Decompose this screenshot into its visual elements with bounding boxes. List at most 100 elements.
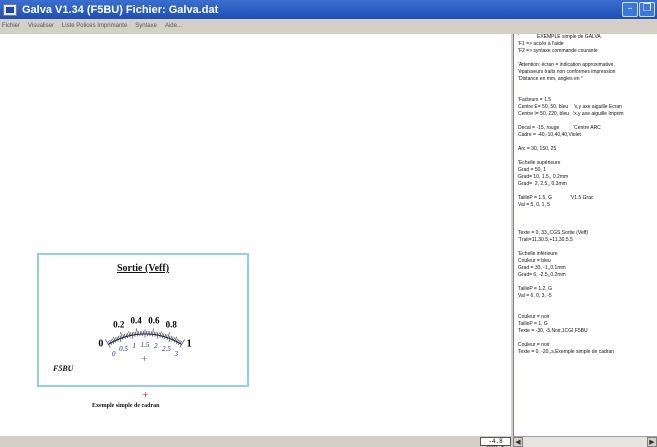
script-line: ' EXEMPLE simple de GALVA (518, 34, 601, 40)
script-line: 'Distance en mm, angles en ° (518, 76, 583, 82)
lower-tick-mark (179, 344, 182, 348)
lower-scale-label: 0.5 (119, 345, 128, 353)
upper-scale-label: 0.6 (148, 315, 160, 325)
dial-title: Sortie (Veff) (116, 263, 170, 274)
signature-text: F5BU (53, 364, 74, 373)
upper-scale-label: 0.2 (113, 319, 125, 329)
script-line: Cadre = -40,-10,40,40,Violet (518, 132, 581, 138)
script-line: Arc = 30, 150, 25 (518, 146, 557, 152)
lower-tick-mark (112, 341, 115, 344)
horizontal-scrollbar[interactable]: ◀ ▶ (513, 436, 657, 447)
lower-tick-mark (168, 338, 171, 343)
upper-tick-mark (107, 340, 111, 344)
script-line (514, 55, 657, 62)
script-line: Grad = 50, 1 (518, 167, 546, 173)
needle-axis-mark: + (141, 354, 148, 363)
script-line (514, 335, 657, 342)
script-line: Grad = 30, -1,,0.1mm (518, 265, 566, 271)
upper-tick-mark (116, 336, 119, 340)
upper-scale-label: 0.4 (130, 315, 142, 325)
drawing-canvas[interactable]: 0 0.2 0.4 0.6 0.8 1 0 0.5 1 1.5 2 2.5 3 Sortie (Veff… (0, 34, 511, 436)
upper-tick-mark (170, 336, 172, 340)
script-line: 'Echelle supérieure (518, 160, 561, 166)
upper-tick-mark (173, 337, 175, 341)
script-line (514, 188, 657, 195)
restore-button[interactable]: ❐ (639, 2, 655, 17)
coordinates-readout: -4.8 328.1 (480, 437, 511, 447)
script-line (514, 307, 657, 314)
script-line: Couleur = noir (518, 342, 550, 348)
lower-tick-mark (122, 337, 124, 340)
menu-visualiser[interactable]: Visualiser (28, 23, 54, 29)
script-line: Texte = 0, 33,,CGS,Sortie (Veff) (518, 230, 589, 236)
minimize-button[interactable]: – (622, 2, 638, 17)
galva-window: Galva V1.34 (F5BU) Fichier: Galva.dat – … (0, 0, 657, 447)
dial-frame: 0 0.2 0.4 0.6 0.8 1 0 0.5 1 1.5 2 2.5 3 Sortie (Veff… (37, 253, 249, 387)
upper-tick-mark (168, 335, 171, 339)
script-line: Texte = 0, -20,,s,Exemple simple de cadr… (518, 349, 615, 355)
script-line: Texte = -30, -5,Noir,1CGI,F5BU (518, 328, 588, 334)
script-line: 'Attention: écran = indication approxima… (518, 62, 615, 68)
script-line (514, 209, 657, 216)
menu-syntaxe[interactable]: Syntaxe (135, 23, 157, 29)
script-line: 'Trait=11,30.5,+11,30.5,5 (518, 237, 573, 243)
script-line (514, 223, 657, 230)
lower-scale-label: 2.5 (162, 345, 171, 353)
script-line (514, 279, 657, 286)
script-line: Couleur = bleu (518, 258, 551, 264)
lower-scale-label: 3 (174, 350, 179, 358)
upper-tick-mark (152, 328, 154, 335)
script-line: 'épaisseurs traits non conformes impress… (518, 69, 616, 75)
lower-tick-mark (119, 338, 122, 343)
lower-scale-label: 2 (154, 342, 158, 350)
upper-scale-label: 0 (98, 339, 103, 350)
upper-tick-mark (110, 339, 113, 343)
dial-caption: Exemple simple de cadran (92, 403, 160, 409)
lower-scale-label: 1.5 (141, 341, 150, 349)
script-line (514, 83, 657, 90)
upper-tick-mark (118, 336, 120, 340)
upper-tick-mark (175, 338, 178, 342)
upper-tick-mark (105, 339, 109, 345)
upper-tick-mark (178, 340, 181, 344)
script-line: Val = 6, 0, 3, -5 (518, 293, 552, 299)
lower-tick-mark (108, 344, 111, 348)
scroll-left-icon[interactable]: ◀ (513, 437, 523, 447)
script-line: TailleP = 1.2, G (518, 286, 552, 292)
upper-tick-mark (124, 333, 126, 337)
script-line (514, 216, 657, 223)
upper-tick-mark (179, 340, 183, 344)
menu-fichier[interactable]: Fichier (2, 23, 20, 29)
script-line: Grad= 2, 2.5,, 0.3mm (518, 181, 567, 187)
script-line: Grad= 6, -2.5,,0.2mm (518, 272, 566, 278)
scroll-right-icon[interactable]: ▶ (647, 437, 657, 447)
menu-aide[interactable]: Aide... (165, 23, 182, 29)
script-editor[interactable]: ' EXEMPLE simple de GALVA 'F1 => accès à … (513, 34, 657, 436)
upper-tick-mark (181, 339, 185, 345)
lower-tick-mark (173, 340, 176, 343)
upper-tick-mark (115, 337, 117, 341)
title-bar: Galva V1.34 (F5BU) Fichier: Galva.dat – … (0, 0, 657, 19)
script-line: Centre I= 50, 220, bleu 'x,y axe aiguill… (518, 111, 624, 117)
menu-liste-polices[interactable]: Liste Polices Imprimante (62, 23, 127, 29)
script-line (514, 118, 657, 125)
upper-tick-mark (128, 331, 131, 336)
upper-tick-mark (112, 338, 115, 342)
script-line (514, 139, 657, 146)
upper-tick-mark (171, 336, 174, 340)
script-line: 'F2 => syntaxe commande courante (518, 48, 598, 54)
upper-tick-mark (127, 333, 129, 337)
lower-tick-mark (156, 335, 159, 339)
lower-tick-mark (166, 337, 168, 340)
app-icon (3, 3, 17, 16)
script-line (514, 244, 657, 251)
upper-tick-mark (161, 333, 163, 337)
upper-scale-label: 0.8 (166, 319, 178, 329)
lower-tick-mark (175, 341, 178, 344)
upper-tick-mark (174, 336, 178, 341)
menu-bar: Fichier Visualiser Liste Polices Imprima… (0, 19, 657, 33)
upper-tick-mark (125, 333, 128, 337)
upper-tick-mark (164, 333, 166, 337)
upper-tick-mark (112, 336, 116, 341)
upper-scale-label: 1 (187, 339, 192, 350)
